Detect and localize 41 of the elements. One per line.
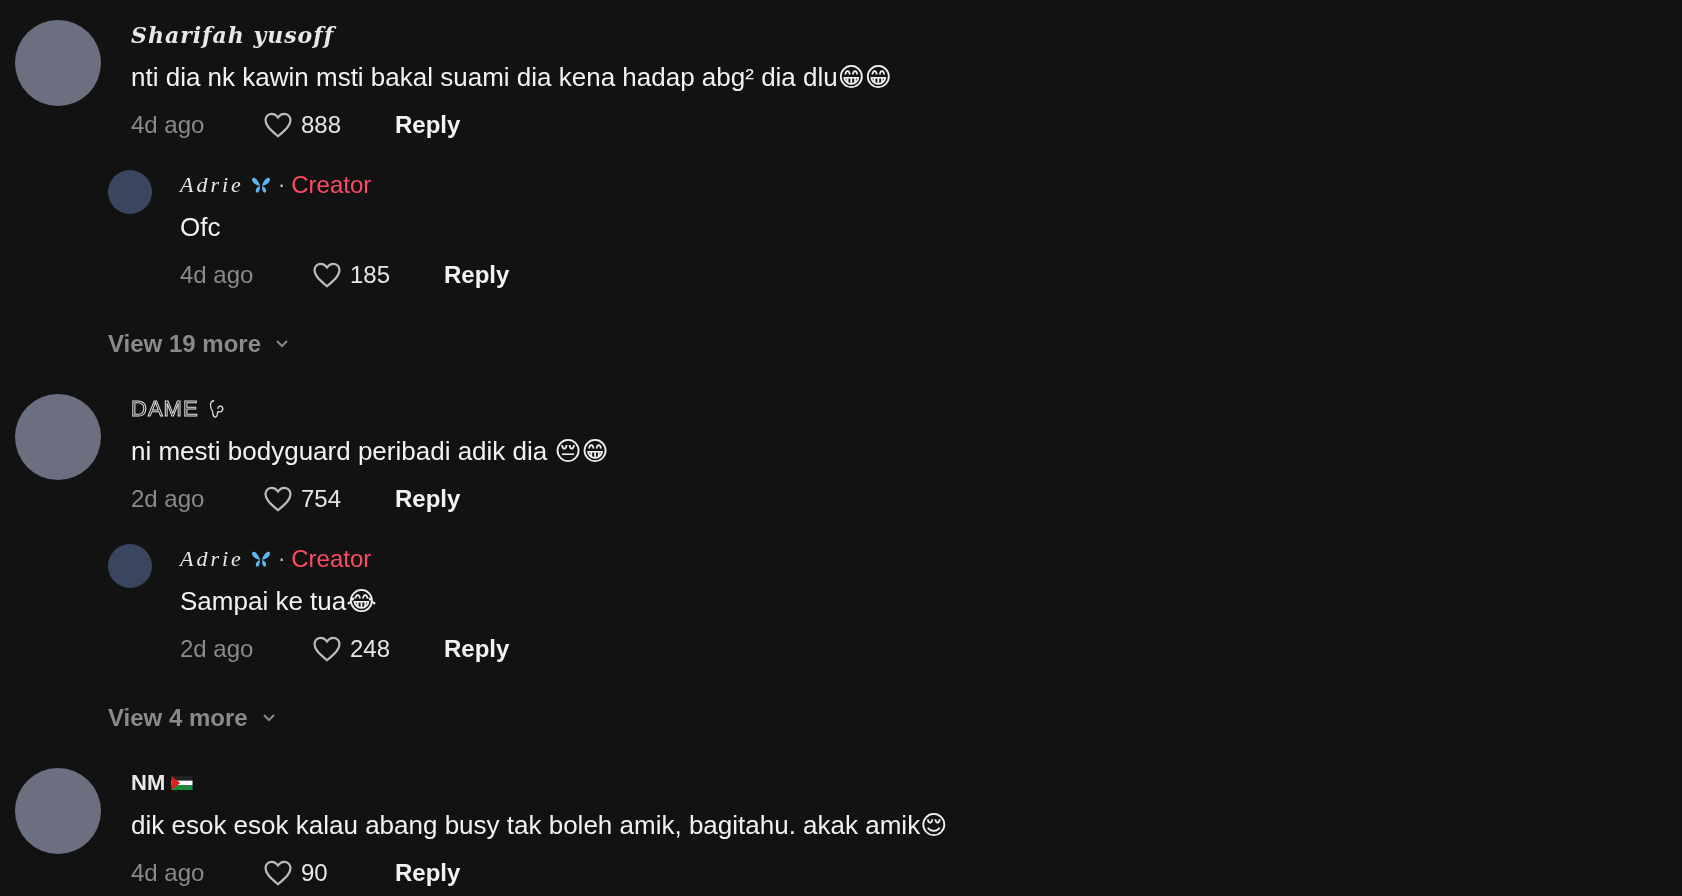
view-more-replies-button[interactable]: View 4 more — [108, 704, 276, 732]
reply-button[interactable]: Reply — [444, 261, 510, 289]
avatar[interactable] — [108, 170, 152, 214]
comment-text: nti dia nk kawin msti bakal suami dia kena hadap abg² dia dlu😁😁 — [131, 61, 893, 94]
creator-label: Creator — [291, 171, 372, 199]
reply-button[interactable]: Reply — [395, 111, 461, 139]
creator-label: Creator — [291, 545, 372, 573]
flag-icon — [171, 776, 194, 790]
like-button[interactable]: 248 — [312, 635, 444, 663]
username[interactable]: NM — [131, 770, 166, 796]
chevron-down-icon — [275, 339, 289, 349]
like-button[interactable]: 888 — [263, 111, 395, 139]
timestamp: 4d ago — [180, 261, 255, 289]
like-button[interactable]: 754 — [263, 485, 395, 513]
avatar[interactable] — [108, 544, 152, 588]
like-button[interactable]: 185 — [312, 261, 444, 289]
like-button[interactable]: 90 — [263, 859, 395, 887]
heart-icon — [263, 859, 293, 887]
timestamp: 4d ago — [131, 111, 206, 139]
view-more-replies-button[interactable]: View 19 more — [108, 330, 289, 358]
comment-text: ni mesti bodyguard peribadi adik dia 😔😁 — [131, 435, 610, 468]
timestamp: 2d ago — [180, 635, 255, 663]
reply-button[interactable]: Reply — [395, 859, 461, 887]
comment-text: Ofc — [180, 211, 222, 244]
comment-text: Sampai ke tua😂 — [180, 585, 378, 618]
timestamp: 2d ago — [131, 485, 206, 513]
reply-button[interactable]: Reply — [444, 635, 510, 663]
comment-text: dik esok esok kalau abang busy tak boleh amik, bagitahu. akak amik😌 — [131, 809, 949, 842]
username[interactable]: DAME — [131, 396, 199, 422]
username[interactable]: Adrie — [180, 172, 244, 198]
reply-button[interactable]: Reply — [395, 485, 461, 513]
heart-icon — [312, 261, 342, 289]
username[interactable]: Sharifah yusoff — [131, 22, 335, 48]
heart-icon — [263, 111, 293, 139]
separator-dot: · — [277, 546, 286, 572]
separator-dot: · — [277, 172, 286, 198]
heart-icon — [263, 485, 293, 513]
timestamp: 4d ago — [131, 859, 206, 887]
username[interactable]: Adrie — [180, 546, 244, 572]
heart-icon — [312, 635, 342, 663]
chevron-down-icon — [261, 713, 276, 723]
